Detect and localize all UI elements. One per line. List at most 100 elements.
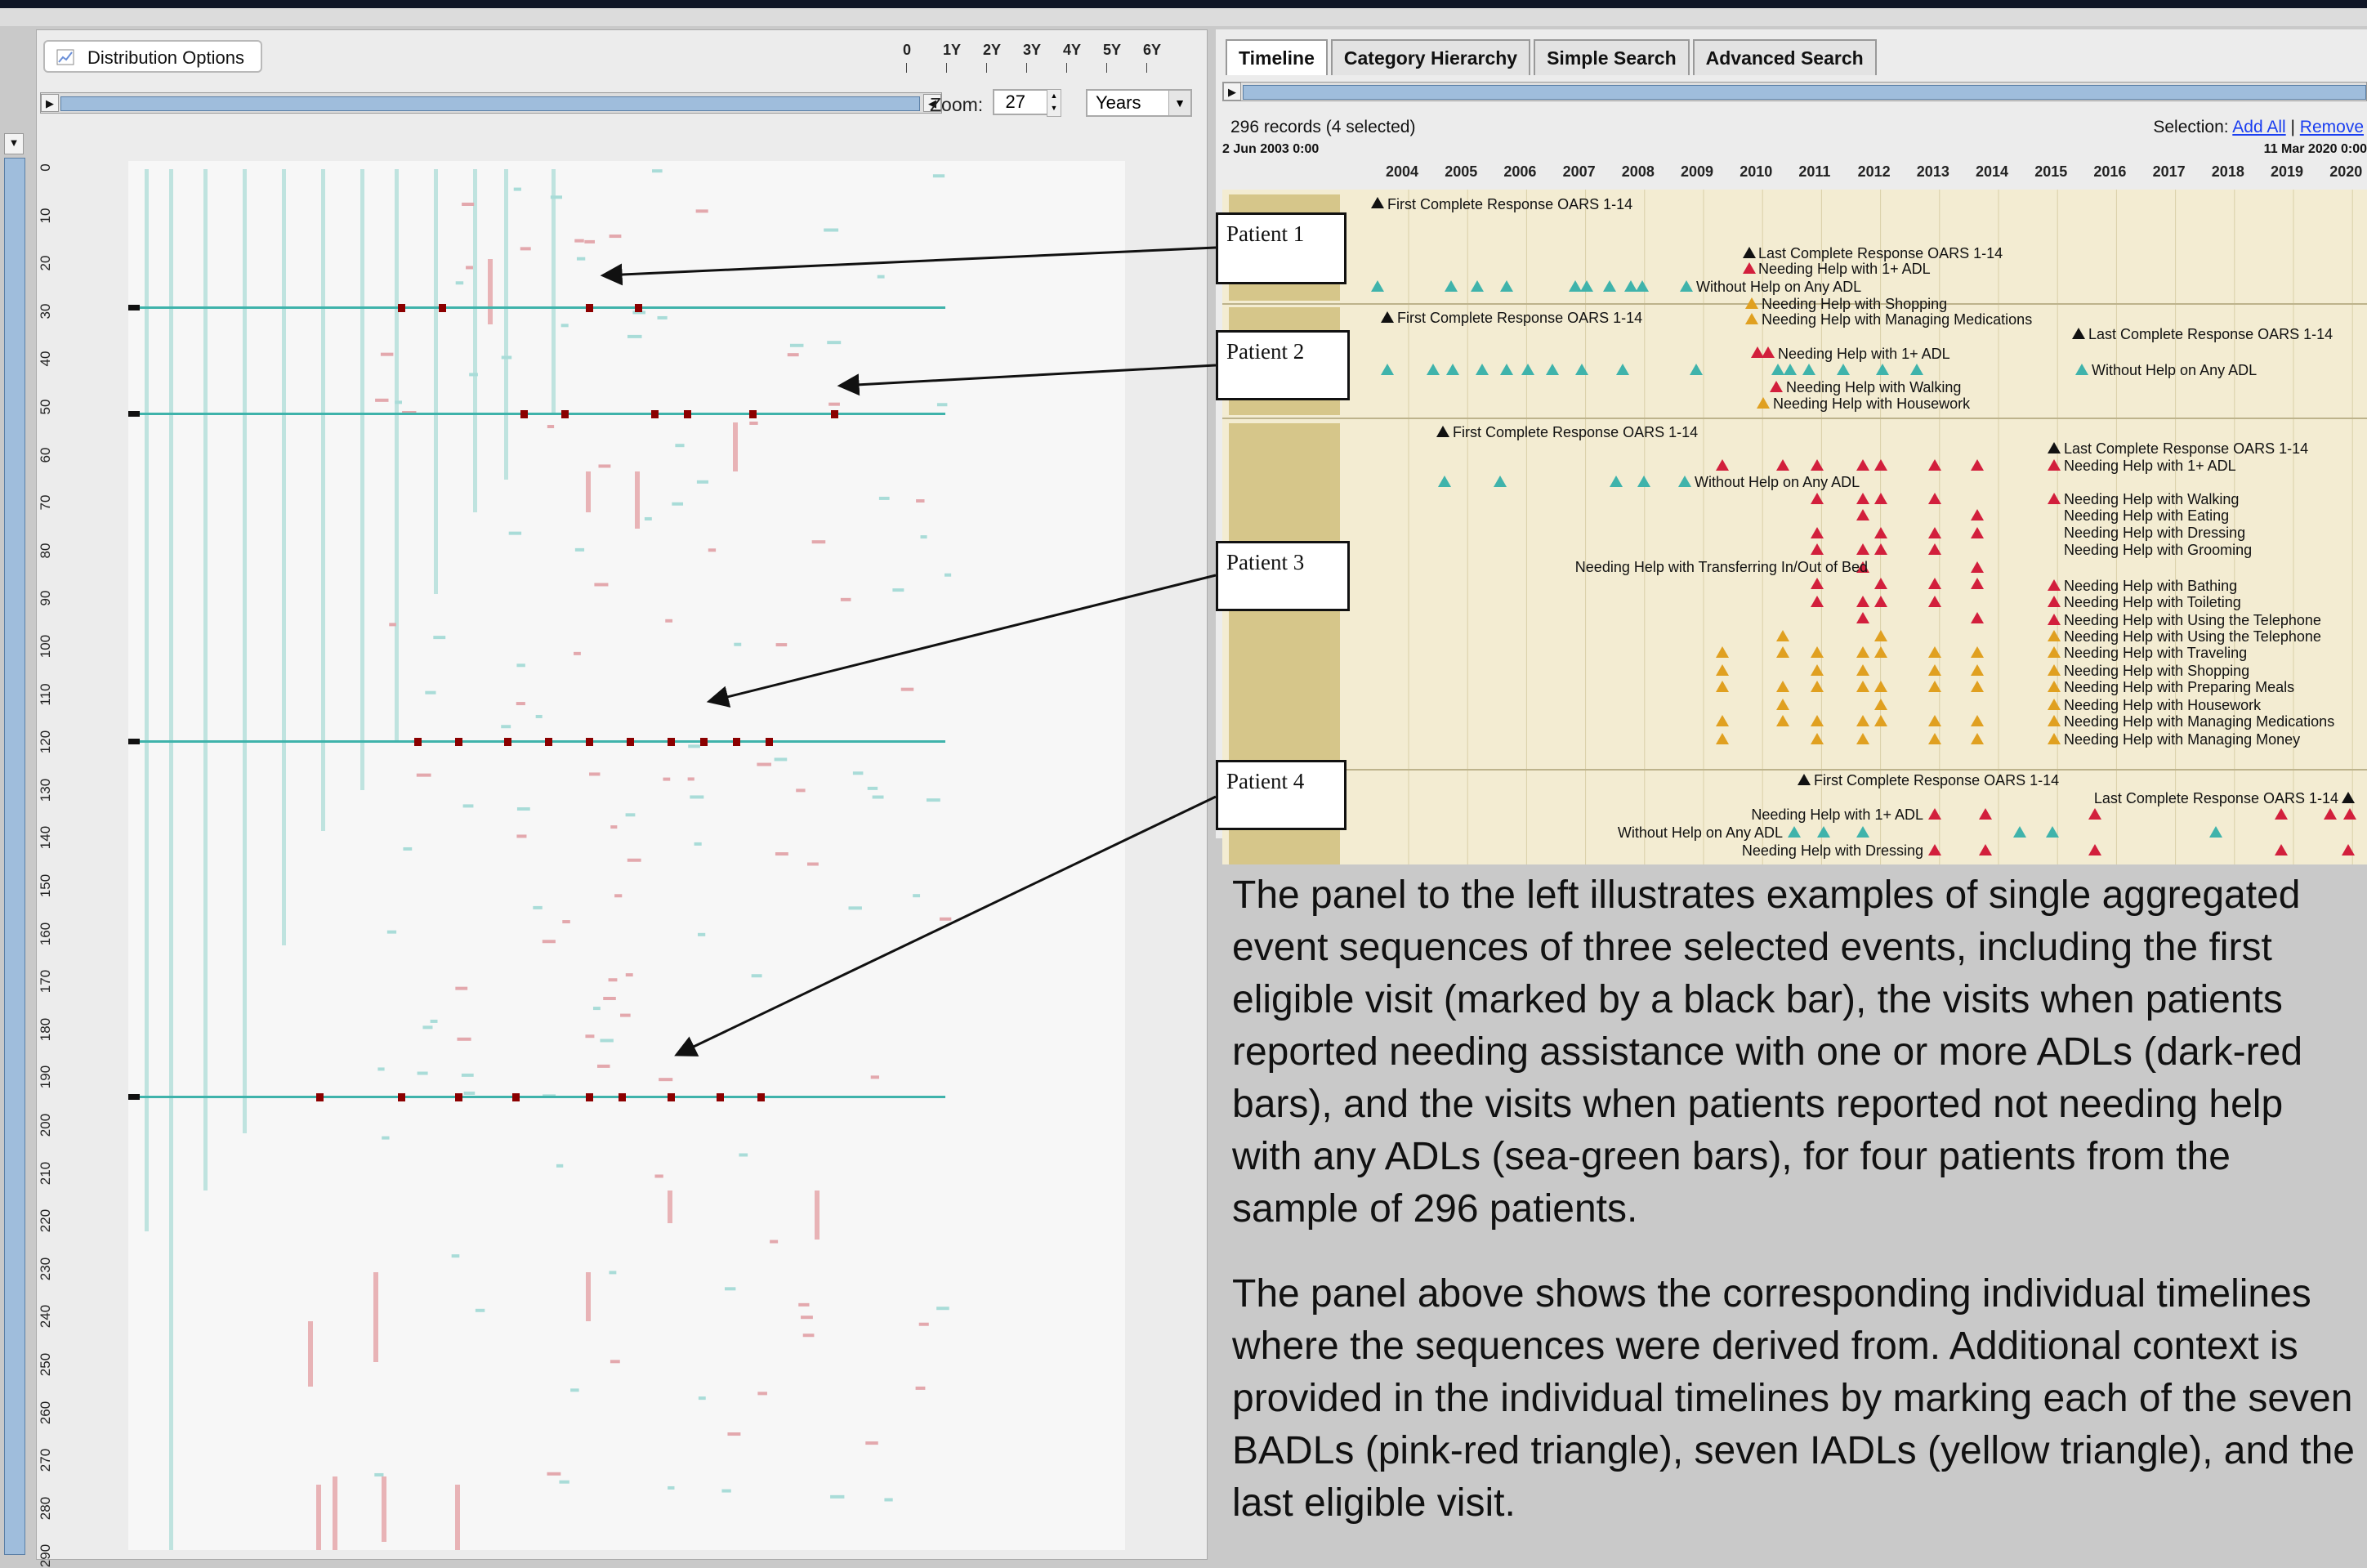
axis-tick-label: 2Y xyxy=(983,42,1002,58)
adl-visit-marker xyxy=(504,738,511,746)
row-tick-label: 220 xyxy=(38,1209,53,1233)
event-dash xyxy=(697,932,706,936)
pink-column-bar xyxy=(333,1476,337,1550)
event-label: Last Complete Response OARS 1-14 xyxy=(2094,790,2338,806)
row-tick-label: 200 xyxy=(38,1113,53,1137)
timeline-scroll-thumb[interactable] xyxy=(1243,85,2366,100)
scroll-up-button[interactable]: ▼ xyxy=(4,133,24,154)
year-label: 2017 xyxy=(2152,163,2186,180)
event-dash xyxy=(574,547,585,552)
event-dash xyxy=(417,1071,428,1075)
event-dash xyxy=(877,275,885,279)
event-dash xyxy=(596,1064,610,1068)
distribution-options-button[interactable]: Distribution Options xyxy=(43,40,262,73)
zoom-stepper[interactable]: ▲ ▼ xyxy=(1047,89,1061,117)
event-dash xyxy=(644,516,652,520)
tab-timeline[interactable]: Timeline xyxy=(1226,39,1328,75)
event-dash xyxy=(770,1240,779,1244)
window-top-border xyxy=(0,0,2367,8)
event-sequence-plot xyxy=(128,161,1125,1550)
event-dash xyxy=(516,807,530,811)
zoom-unit-value: Years xyxy=(1096,92,1141,113)
event-label: First Complete Response OARS 1-14 xyxy=(1397,310,1642,326)
year-label: 2008 xyxy=(1621,163,1655,180)
event-dash xyxy=(739,1153,748,1157)
tab-category-hierarchy[interactable]: Category Hierarchy xyxy=(1330,39,1531,75)
event-label: Needing Help with Walking xyxy=(1786,379,1961,395)
event-dash xyxy=(609,1271,617,1275)
event-dash xyxy=(675,444,685,448)
adl-visit-marker xyxy=(520,410,528,418)
tab-advanced-search[interactable]: Advanced Search xyxy=(1692,39,1877,75)
remove-link[interactable]: Remove xyxy=(2300,118,2364,136)
event-dash xyxy=(562,920,570,924)
row-tick-label: 150 xyxy=(38,873,53,898)
row-tick-label: 290 xyxy=(38,1544,53,1568)
row-tick-label: 10 xyxy=(38,208,53,224)
event-label: Needing Help with 1+ ADL xyxy=(2064,458,2236,474)
caption: The panel to the left illustrates exampl… xyxy=(1232,869,2360,1562)
caption-paragraph-2: The panel above shows the corresponding … xyxy=(1232,1272,2355,1525)
axis-tick-mark xyxy=(986,63,987,73)
timeline-scrollbar[interactable]: ▶ xyxy=(1222,82,2367,101)
event-dash xyxy=(867,786,878,790)
scroll-thumb[interactable] xyxy=(60,96,920,111)
year-label: 2009 xyxy=(1681,163,1714,180)
axis-tick-label: 4Y xyxy=(1063,42,1082,58)
axis-tick-label: 1Y xyxy=(943,42,962,58)
event-dash xyxy=(451,1254,460,1258)
event-dash xyxy=(848,906,862,910)
event-dash xyxy=(936,1307,949,1311)
add-all-link[interactable]: Add All xyxy=(2232,118,2285,136)
callout-patient-1: Patient 1 xyxy=(1216,212,1347,284)
arrow-right-icon[interactable]: ▶ xyxy=(41,94,59,112)
event-dash xyxy=(801,1316,813,1320)
vertical-scrollbar[interactable] xyxy=(4,158,25,1555)
event-label: Needing Help with Traveling xyxy=(2064,645,2247,661)
event-dash xyxy=(865,1441,878,1445)
year-label: 2004 xyxy=(1386,163,1419,180)
row-tick-label: 140 xyxy=(38,826,53,850)
event-dash xyxy=(696,480,709,484)
green-column-bar xyxy=(434,169,438,594)
event-label: Needing Help with Dressing xyxy=(2064,525,2245,541)
event-dash xyxy=(433,636,446,640)
axis-tick-label: 5Y xyxy=(1103,42,1122,58)
event-dash xyxy=(592,1007,601,1011)
event-dash xyxy=(872,795,884,799)
zoom-unit-select[interactable]: Years ▼ xyxy=(1086,89,1192,117)
selected-sequence-line xyxy=(128,306,945,309)
event-label: Needing Help with Shopping xyxy=(1762,296,1947,312)
event-label: Without Help on Any ADL xyxy=(2092,362,2257,378)
pink-column-bar xyxy=(488,259,493,324)
row-tick-label: 170 xyxy=(38,970,53,994)
adl-visit-marker xyxy=(717,1093,724,1101)
axis-tick-mark xyxy=(1026,63,1027,73)
event-dash xyxy=(542,940,556,944)
event-dash xyxy=(757,1392,767,1396)
horizontal-scrollbar[interactable]: ▶ ◀ xyxy=(40,92,942,114)
event-dash xyxy=(918,1322,929,1326)
row-tick-label: 100 xyxy=(38,634,53,659)
green-column-bar xyxy=(321,169,325,831)
event-dash xyxy=(687,777,694,781)
event-dash xyxy=(698,1396,706,1400)
event-dash xyxy=(652,169,663,173)
adl-visit-marker xyxy=(545,738,552,746)
year-label: 2015 xyxy=(2034,163,2068,180)
event-dash xyxy=(462,202,475,206)
event-dash xyxy=(508,531,522,535)
pink-column-bar xyxy=(308,1321,313,1387)
tab-simple-search[interactable]: Simple Search xyxy=(1534,39,1690,75)
green-column-bar xyxy=(145,169,149,1231)
event-dash xyxy=(457,1037,471,1041)
event-dash xyxy=(625,813,636,817)
arrow-right-icon[interactable]: ▶ xyxy=(1223,83,1241,101)
row-tick-label: 70 xyxy=(38,494,53,511)
event-label: Needing Help with 1+ ADL xyxy=(1758,261,1931,277)
event-dash xyxy=(403,847,413,851)
event-dash xyxy=(516,834,527,838)
event-dash xyxy=(603,996,616,1000)
timeline-start-date: 2 Jun 2003 0:00 xyxy=(1222,142,1320,156)
event-dash xyxy=(936,403,948,407)
